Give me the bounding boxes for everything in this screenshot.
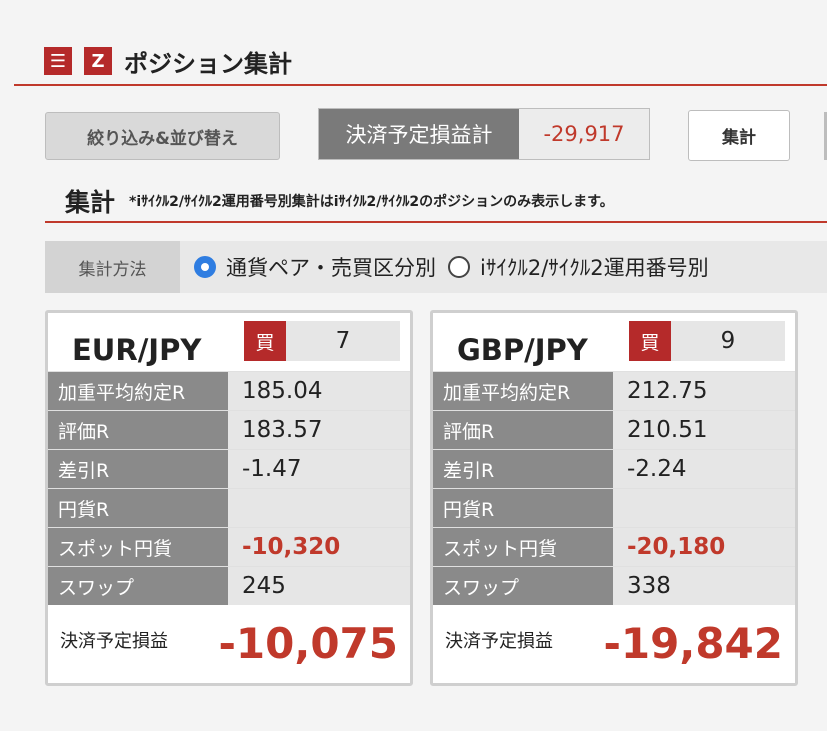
- row-label: 差引R: [48, 450, 228, 488]
- radio-by-cycle-number[interactable]: iｻｲｸﾙ2/ｻｲｸﾙ2運用番号別: [448, 252, 709, 282]
- radio-unselected-icon[interactable]: [448, 256, 470, 278]
- row-value: 183.57: [228, 411, 410, 449]
- buy-badge: 買: [244, 321, 286, 361]
- page-header: ☰ Z ポジション集計: [14, 38, 827, 86]
- side-count-box: 買 7: [244, 321, 400, 361]
- row-value: -20,180: [613, 528, 795, 566]
- aggregate-button[interactable]: 集計: [688, 110, 790, 161]
- card-header: EUR/JPY 買 7: [48, 313, 410, 371]
- pl-value: -10,075: [218, 619, 398, 668]
- table-row: 差引R -1.47: [48, 449, 410, 488]
- position-card-eurjpy[interactable]: EUR/JPY 買 7 加重平均約定R 185.04 評価R 183.57 差引R -…: [45, 310, 413, 686]
- position-count: 9: [720, 328, 736, 354]
- row-value: 185.04: [228, 372, 410, 410]
- currency-pair: GBP/JPY: [457, 333, 588, 367]
- menu-icon[interactable]: ☰: [44, 47, 72, 75]
- position-card-gbpjpy[interactable]: GBP/JPY 買 9 加重平均約定R 212.75 評価R 210.51 差引R -…: [430, 310, 798, 686]
- row-label: 加重平均約定R: [48, 372, 228, 410]
- row-label: 評価R: [48, 411, 228, 449]
- table-row: 評価R 210.51: [433, 410, 795, 449]
- card-header: GBP/JPY 買 9: [433, 313, 795, 371]
- card-footer: 決済予定損益 -19,842: [433, 605, 795, 687]
- table-row: 加重平均約定R 212.75: [433, 371, 795, 410]
- currency-pair: EUR/JPY: [72, 333, 202, 367]
- section-note: *iｻｲｸﾙ2/ｻｲｸﾙ2運用番号別集計はiｻｲｸﾙ2/ｻｲｸﾙ2のポジションの…: [129, 193, 614, 210]
- pl-value: -19,842: [603, 619, 783, 668]
- row-value: 338: [613, 567, 795, 605]
- filter-sort-button[interactable]: 絞り込み&並び替え: [45, 112, 280, 160]
- table-row: スポット円貨 -20,180: [433, 527, 795, 566]
- buy-badge: 買: [629, 321, 671, 361]
- row-value: 245: [228, 567, 410, 605]
- table-row: 円貨R: [48, 488, 410, 527]
- card-footer: 決済予定損益 -10,075: [48, 605, 410, 687]
- aggregation-method-row: 集計方法 通貨ペア・売買区分別 iｻｲｸﾙ2/ｻｲｸﾙ2運用番号別: [45, 241, 827, 293]
- section-header: 集計 *iｻｲｸﾙ2/ｻｲｸﾙ2運用番号別集計はiｻｲｸﾙ2/ｻｲｸﾙ2のポジシ…: [45, 180, 827, 223]
- page-title: ポジション集計: [124, 49, 292, 78]
- table-row: 差引R -2.24: [433, 449, 795, 488]
- total-pl-label: 決済予定損益計: [319, 109, 519, 159]
- table-row: 評価R 183.57: [48, 410, 410, 449]
- row-value: [228, 489, 410, 527]
- row-value: -2.24: [613, 450, 795, 488]
- row-label: 差引R: [433, 450, 613, 488]
- table-row: スポット円貨 -10,320: [48, 527, 410, 566]
- row-value: -1.47: [228, 450, 410, 488]
- table-row: スワップ 245: [48, 566, 410, 605]
- row-value: 210.51: [613, 411, 795, 449]
- pl-label: 決済予定損益: [60, 631, 168, 652]
- side-count-box: 買 9: [629, 321, 785, 361]
- radio-selected-icon[interactable]: [194, 256, 216, 278]
- row-label: スポット円貨: [48, 528, 228, 566]
- table-row: 円貨R: [433, 488, 795, 527]
- row-value: 212.75: [613, 372, 795, 410]
- row-label: 円貨R: [433, 489, 613, 527]
- table-row: 加重平均約定R 185.04: [48, 371, 410, 410]
- row-label: スポット円貨: [433, 528, 613, 566]
- row-label: 評価R: [433, 411, 613, 449]
- z-logo-icon: Z: [84, 47, 112, 75]
- row-value: [613, 489, 795, 527]
- radio-label: iｻｲｸﾙ2/ｻｲｸﾙ2運用番号別: [480, 256, 709, 280]
- row-label: 加重平均約定R: [433, 372, 613, 410]
- total-pl-value: -29,917: [543, 122, 625, 146]
- pl-label: 決済予定損益: [445, 631, 553, 652]
- row-label: スワップ: [433, 567, 613, 605]
- section-title: 集計: [65, 187, 116, 217]
- row-label: 円貨R: [48, 489, 228, 527]
- aggregation-method-label: 集計方法: [45, 241, 180, 293]
- radio-by-pair-side[interactable]: 通貨ペア・売買区分別: [194, 252, 436, 282]
- row-label: スワップ: [48, 567, 228, 605]
- position-count: 7: [335, 328, 351, 354]
- table-row: スワップ 338: [433, 566, 795, 605]
- row-value: -10,320: [228, 528, 410, 566]
- total-pl-display: 決済予定損益計 -29,917: [318, 108, 650, 160]
- radio-label: 通貨ペア・売買区分別: [226, 256, 436, 280]
